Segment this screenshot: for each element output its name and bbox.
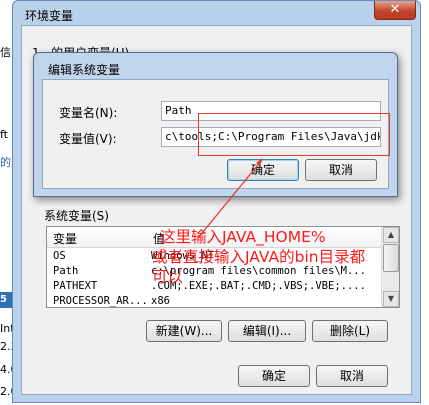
arrow-icon bbox=[197, 158, 263, 239]
annotation-line-3: 可以 bbox=[152, 268, 184, 286]
annotation-line-2: 或者直接输入JAVA的bin目录都 bbox=[152, 248, 366, 266]
annotation-line-1: 这里输入JAVA_HOME% bbox=[160, 228, 326, 246]
